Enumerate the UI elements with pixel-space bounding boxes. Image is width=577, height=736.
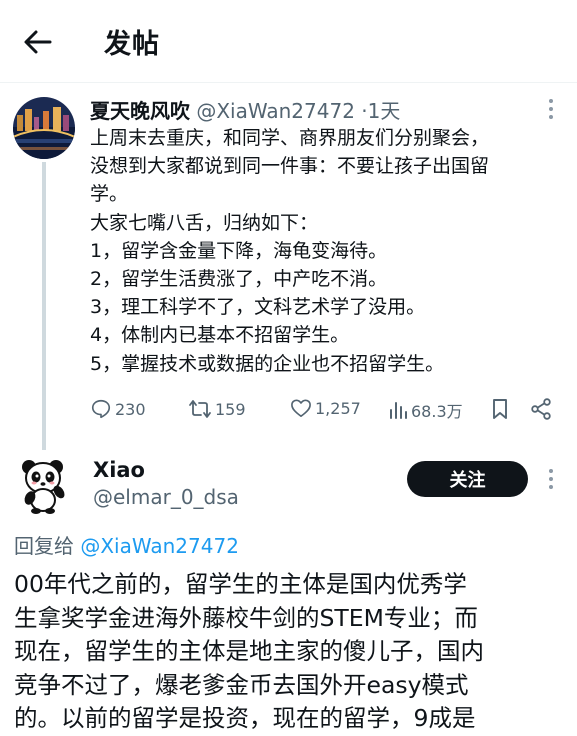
- replying-to: 回复给 @XiaWan27472: [14, 530, 239, 559]
- more-icon[interactable]: [548, 99, 554, 123]
- repost-button[interactable]: 159: [188, 398, 246, 420]
- post-line: 2，留学生活费涨了，中产吃不消。: [90, 268, 388, 291]
- share-button[interactable]: [530, 398, 555, 420]
- reply-button[interactable]: 230: [90, 398, 146, 420]
- post-text: 00年代之前的，留学生的主体是国内优秀学 生拿奖学金进海外藤校牛剑的STEM专业…: [14, 568, 574, 736]
- post-line: 竞争不过了，爆老爹金币去国外开easy模式: [14, 670, 469, 699]
- author-name[interactable]: 夏天晚风吹: [90, 99, 190, 123]
- city-night-avatar-icon: [13, 97, 75, 159]
- post-line: 1，留学含金量下降，海龟变海待。: [90, 239, 388, 262]
- post-time[interactable]: 1天: [368, 99, 401, 123]
- post-line: 5，掌握技术或数据的企业也不招留学生。: [90, 352, 445, 375]
- post-line: 生拿奖学金进海外藤校牛剑的STEM专业；而: [14, 603, 478, 632]
- views-button[interactable]: 68.3万: [388, 398, 463, 422]
- share-icon: [531, 398, 551, 420]
- like-icon: [291, 399, 311, 417]
- post-text: 上周末去重庆，和同学、商界朋友们分别聚会， 没想到大家都说到同一件事：不要让孩子…: [90, 124, 568, 378]
- top-bar: 发帖: [0, 0, 577, 83]
- reply-prefix: 回复给: [14, 534, 74, 558]
- post-line: 的。以前的留学是投资，现在的留学，9成是: [14, 704, 476, 732]
- avatar[interactable]: [13, 97, 75, 159]
- post-line: 3，理工科学不了，文科艺术学了没用。: [90, 296, 426, 319]
- bookmark-button[interactable]: [490, 398, 513, 420]
- page-title: 发帖: [104, 29, 160, 60]
- back-arrow-icon[interactable]: [22, 26, 54, 58]
- avatar[interactable]: [18, 458, 70, 514]
- more-icon[interactable]: [548, 469, 554, 493]
- author-name[interactable]: Xiao: [93, 458, 145, 482]
- views-icon: [390, 402, 407, 419]
- post-author-row: 夏天晚风吹 @XiaWan27472 ·1天: [90, 95, 400, 124]
- post-line: 学。: [90, 183, 129, 206]
- post-line: 4，体制内已基本不招留学生。: [90, 324, 350, 347]
- post-line: 00年代之前的，留学生的主体是国内优秀学: [14, 570, 467, 598]
- like-button[interactable]: 1,257: [290, 398, 361, 418]
- bookmark-icon: [493, 399, 507, 419]
- post-line: 上周末去重庆，和同学、商界朋友们分别聚会，: [90, 127, 490, 149]
- views-count: 68.3万: [411, 402, 463, 421]
- like-count: 1,257: [315, 398, 361, 418]
- repost-count: 159: [215, 399, 246, 419]
- author-handle[interactable]: @XiaWan27472: [196, 99, 355, 123]
- follow-button[interactable]: 关注: [407, 461, 528, 497]
- post-line: 没想到大家都说到同一件事：不要让孩子出国留: [90, 155, 490, 178]
- post-line: 大家七嘴八舌，归纳如下：: [90, 211, 319, 234]
- panda-avatar-icon: [22, 460, 65, 514]
- repost-icon: [189, 400, 211, 418]
- author-handle[interactable]: @elmar_0_dsa: [93, 485, 239, 509]
- thread-line: [42, 162, 46, 450]
- reply-mention-link[interactable]: @XiaWan27472: [80, 534, 239, 558]
- post-line: 现在，留学生的主体是地主家的傻儿子，国内: [14, 637, 484, 665]
- action-bar: 230 159 1,257 68.3万: [90, 398, 560, 428]
- reply-count: 230: [115, 399, 146, 419]
- reply-icon: [91, 399, 111, 419]
